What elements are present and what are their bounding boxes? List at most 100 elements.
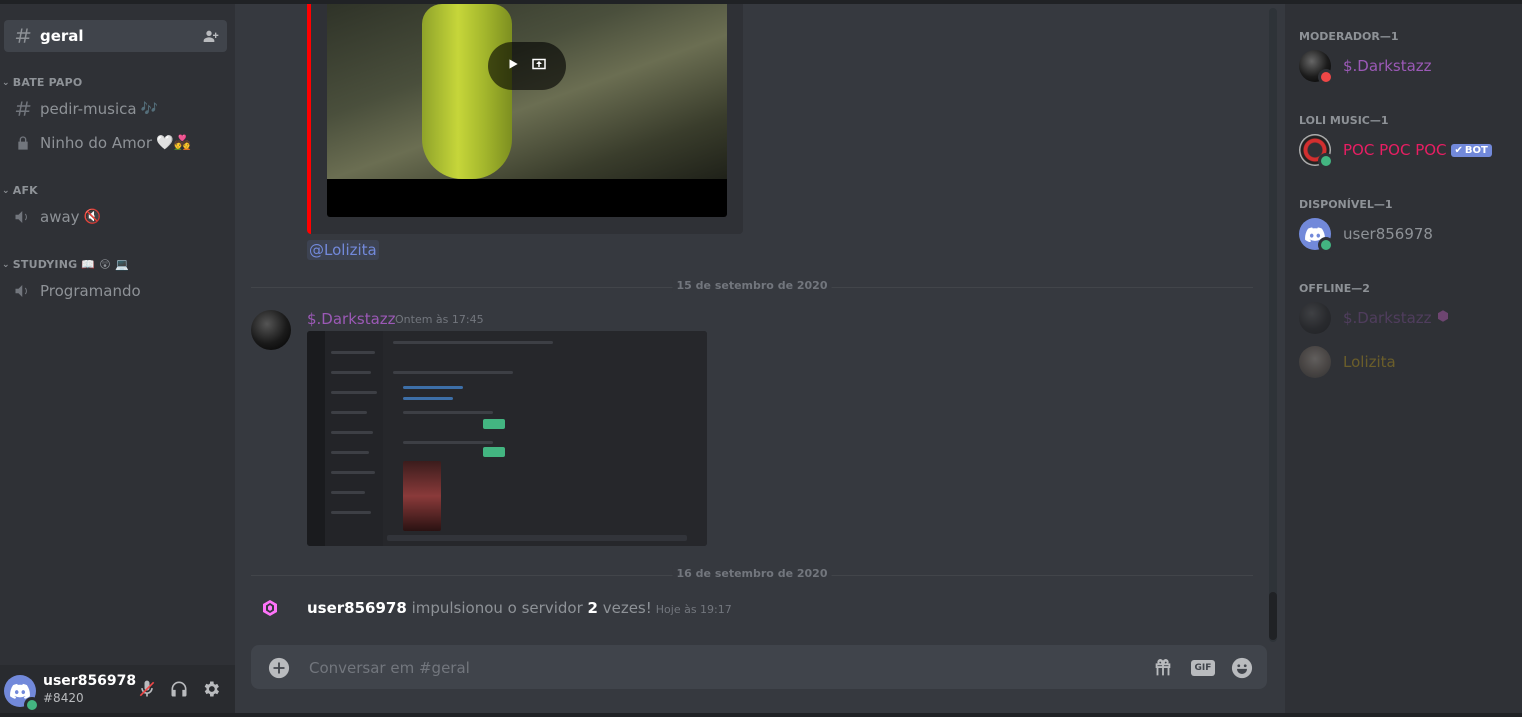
username: user856978 [43,673,137,689]
screenshot-line [393,341,553,344]
member-item[interactable]: $.Darkstazz [1299,49,1432,85]
boost-text-before: impulsionou o servidor [406,599,588,617]
screenshot-line [403,441,493,444]
member-avatar [1299,346,1331,378]
video-embed [307,4,743,234]
add-member-icon[interactable] [203,28,219,48]
message-author[interactable]: $.Darkstazz [307,310,396,328]
online-status-dot [1318,153,1334,169]
speaker-icon [10,208,36,226]
hashtag-icon [10,100,36,118]
muted-speaker-emoji: 🔇 [83,209,101,225]
video-controls [488,42,566,90]
screenshot-line [331,391,377,394]
screenshot-photo [403,461,441,531]
screenshot-join-button [483,447,505,457]
member-item[interactable]: $.Darkstazz [1299,301,1448,335]
member-item[interactable]: POC POC POC ✔ BOT [1299,133,1492,169]
screenshot-line [331,491,365,494]
window-bottom-border [0,713,1522,717]
nitro-boost-icon [263,600,277,620]
category-studying[interactable]: ⌄ STUDYING 📖 😲 💻 [2,258,129,271]
chat-scrollbar-track[interactable] [1269,8,1277,642]
channel-away[interactable]: away 🔇 [4,201,227,233]
category-afk[interactable]: ⌄ AFK [2,184,38,197]
chevron-down-icon: ⌄ [2,259,10,270]
emoji-picker-icon[interactable] [1230,656,1254,680]
member-item[interactable]: Lolizita [1299,345,1396,379]
user-panel: user856978 #8420 [0,665,235,717]
channel-pedir-musica[interactable]: pedir-musica 🎶 [4,93,227,125]
channel-geral[interactable]: geral [4,20,227,52]
user-tag: #8420 [43,691,84,705]
member-group-title: MODERADOR—1 [1299,30,1399,43]
category-label: AFK [12,184,38,197]
boost-text-after: vezes! [597,599,652,617]
play-icon[interactable] [506,57,520,75]
screenshot-link [403,397,453,400]
member-name: Lolizita [1343,353,1396,371]
screenshot-line [331,371,371,374]
channel-name: geral [40,27,84,45]
online-status-dot [1318,237,1334,253]
user-avatar[interactable] [4,675,40,713]
channel-sidebar: geral ⌄ BATE PAPO pedir-musica 🎶 Ninho d… [0,4,235,717]
check-icon: ✔ [1454,144,1463,156]
boost-timestamp: Hoje às 19:17 [655,603,732,616]
gear-icon[interactable] [201,679,221,703]
member-avatar [1299,134,1334,169]
mic-muted-icon[interactable] [137,679,157,703]
date-divider: 16 de setembro de 2020 [251,567,1253,580]
category-label: STUDYING [12,258,78,271]
headphones-icon[interactable] [169,679,189,703]
screenshot-input [387,535,687,541]
member-group-title: DISPONÍVEL—1 [1299,198,1393,211]
add-attachment-icon[interactable] [267,656,291,680]
member-item[interactable]: user856978 [1299,217,1433,253]
video-player[interactable] [327,4,727,217]
open-external-icon[interactable] [530,55,548,77]
gift-icon[interactable] [1151,656,1175,680]
member-avatar [1299,50,1334,85]
lock-icon [10,134,36,152]
screenshot-server-rail [307,331,325,546]
gif-label: GIF [1191,660,1215,676]
heart-couple-emoji: 🤍💑 [156,135,191,151]
online-status-dot [24,697,40,713]
date-divider-label: 16 de setembro de 2020 [672,567,832,580]
screenshot-join-button [483,419,505,429]
video-figure [422,4,512,179]
date-divider: 15 de setembro de 2020 [251,279,1253,292]
nitro-boost-icon [1437,310,1448,326]
member-list: MODERADOR—1 $.Darkstazz LOLI MUSIC—1 POC… [1285,4,1522,717]
dnd-status-dot [1318,69,1334,85]
speaker-icon [10,282,36,300]
screenshot-line [331,511,371,514]
boost-user[interactable]: user856978 [307,599,407,617]
category-bate-papo[interactable]: ⌄ BATE PAPO [2,76,82,89]
screenshot-line [331,431,373,434]
channel-programando[interactable]: Programando [4,275,227,307]
chevron-down-icon: ⌄ [2,185,10,196]
chat-area: @Lolizita 15 de setembro de 2020 $.Darks… [235,4,1285,717]
category-label: BATE PAPO [12,76,83,89]
message-composer: GIF [251,645,1267,691]
screenshot-line [331,411,367,414]
message-timestamp: Ontem às 17:45 [395,313,484,326]
category-emojis: 📖 😲 💻 [81,258,129,271]
attached-screenshot[interactable] [307,331,707,546]
screenshot-link [403,386,463,389]
gif-button[interactable]: GIF [1191,656,1215,680]
date-divider-label: 15 de setembro de 2020 [672,279,832,292]
message-input[interactable] [307,645,1111,691]
chat-scrollbar-thumb[interactable] [1269,592,1277,640]
member-group-title: OFFLINE—2 [1299,282,1370,295]
member-name: user856978 [1343,225,1433,243]
member-group-title: LOLI MUSIC—1 [1299,114,1389,127]
user-mention[interactable]: @Lolizita [307,240,379,260]
screenshot-line [403,411,493,414]
message-author-avatar[interactable] [251,310,291,350]
channel-ninho-do-amor[interactable]: Ninho do Amor 🤍💑 [4,127,227,159]
music-notes-emoji: 🎶 [140,101,159,117]
boost-count: 2 [587,599,598,617]
